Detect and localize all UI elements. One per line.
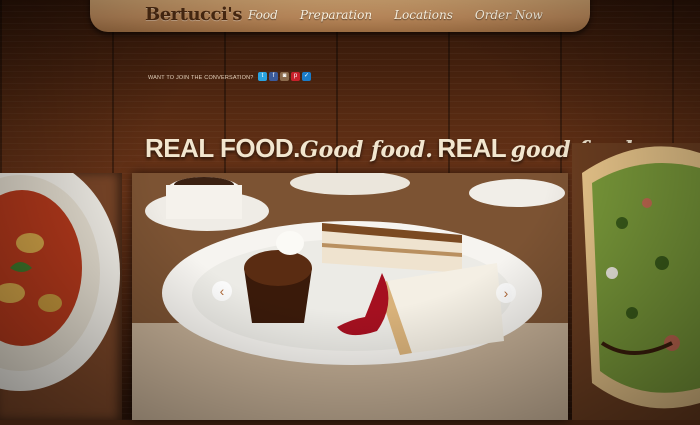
dessert-photo-panel: ‹ › [132, 171, 568, 420]
social-prompt: WANT TO JOIN THE CONVERSATION? [148, 75, 254, 81]
pizza-image [572, 143, 700, 420]
instagram-icon[interactable]: ◙ [280, 72, 289, 81]
carousel-prev-button[interactable]: ‹ [212, 281, 232, 301]
tagline-part-3: REAL [437, 133, 507, 163]
carousel-next-button[interactable]: › [496, 283, 516, 303]
nav-preparation[interactable]: Preparation [300, 8, 372, 22]
nav-order-now[interactable]: Order Now [475, 8, 543, 22]
tagline-part-2: Good food. [299, 137, 433, 163]
tagline-part-1: REAL FOOD. [145, 133, 300, 163]
pasta-bowl-image [0, 155, 120, 391]
pasta-photo-panel [0, 155, 122, 420]
pinterest-icon[interactable]: p [291, 72, 300, 81]
foursquare-icon[interactable]: ✓ [302, 72, 311, 81]
facebook-icon[interactable]: f [269, 72, 278, 81]
nav-food[interactable]: Food [248, 8, 278, 22]
main-nav: Food Preparation Locations Order Now [248, 8, 543, 22]
pizza-photo-panel [572, 143, 700, 420]
twitter-icon[interactable]: t [258, 72, 267, 81]
tagline: REAL FOOD.Good food. REAL good food. [145, 133, 640, 164]
nav-locations[interactable]: Locations [394, 8, 453, 22]
social-icons: t f ◙ p ✓ [258, 72, 311, 81]
site-logo[interactable]: Bertucci's [145, 4, 242, 25]
